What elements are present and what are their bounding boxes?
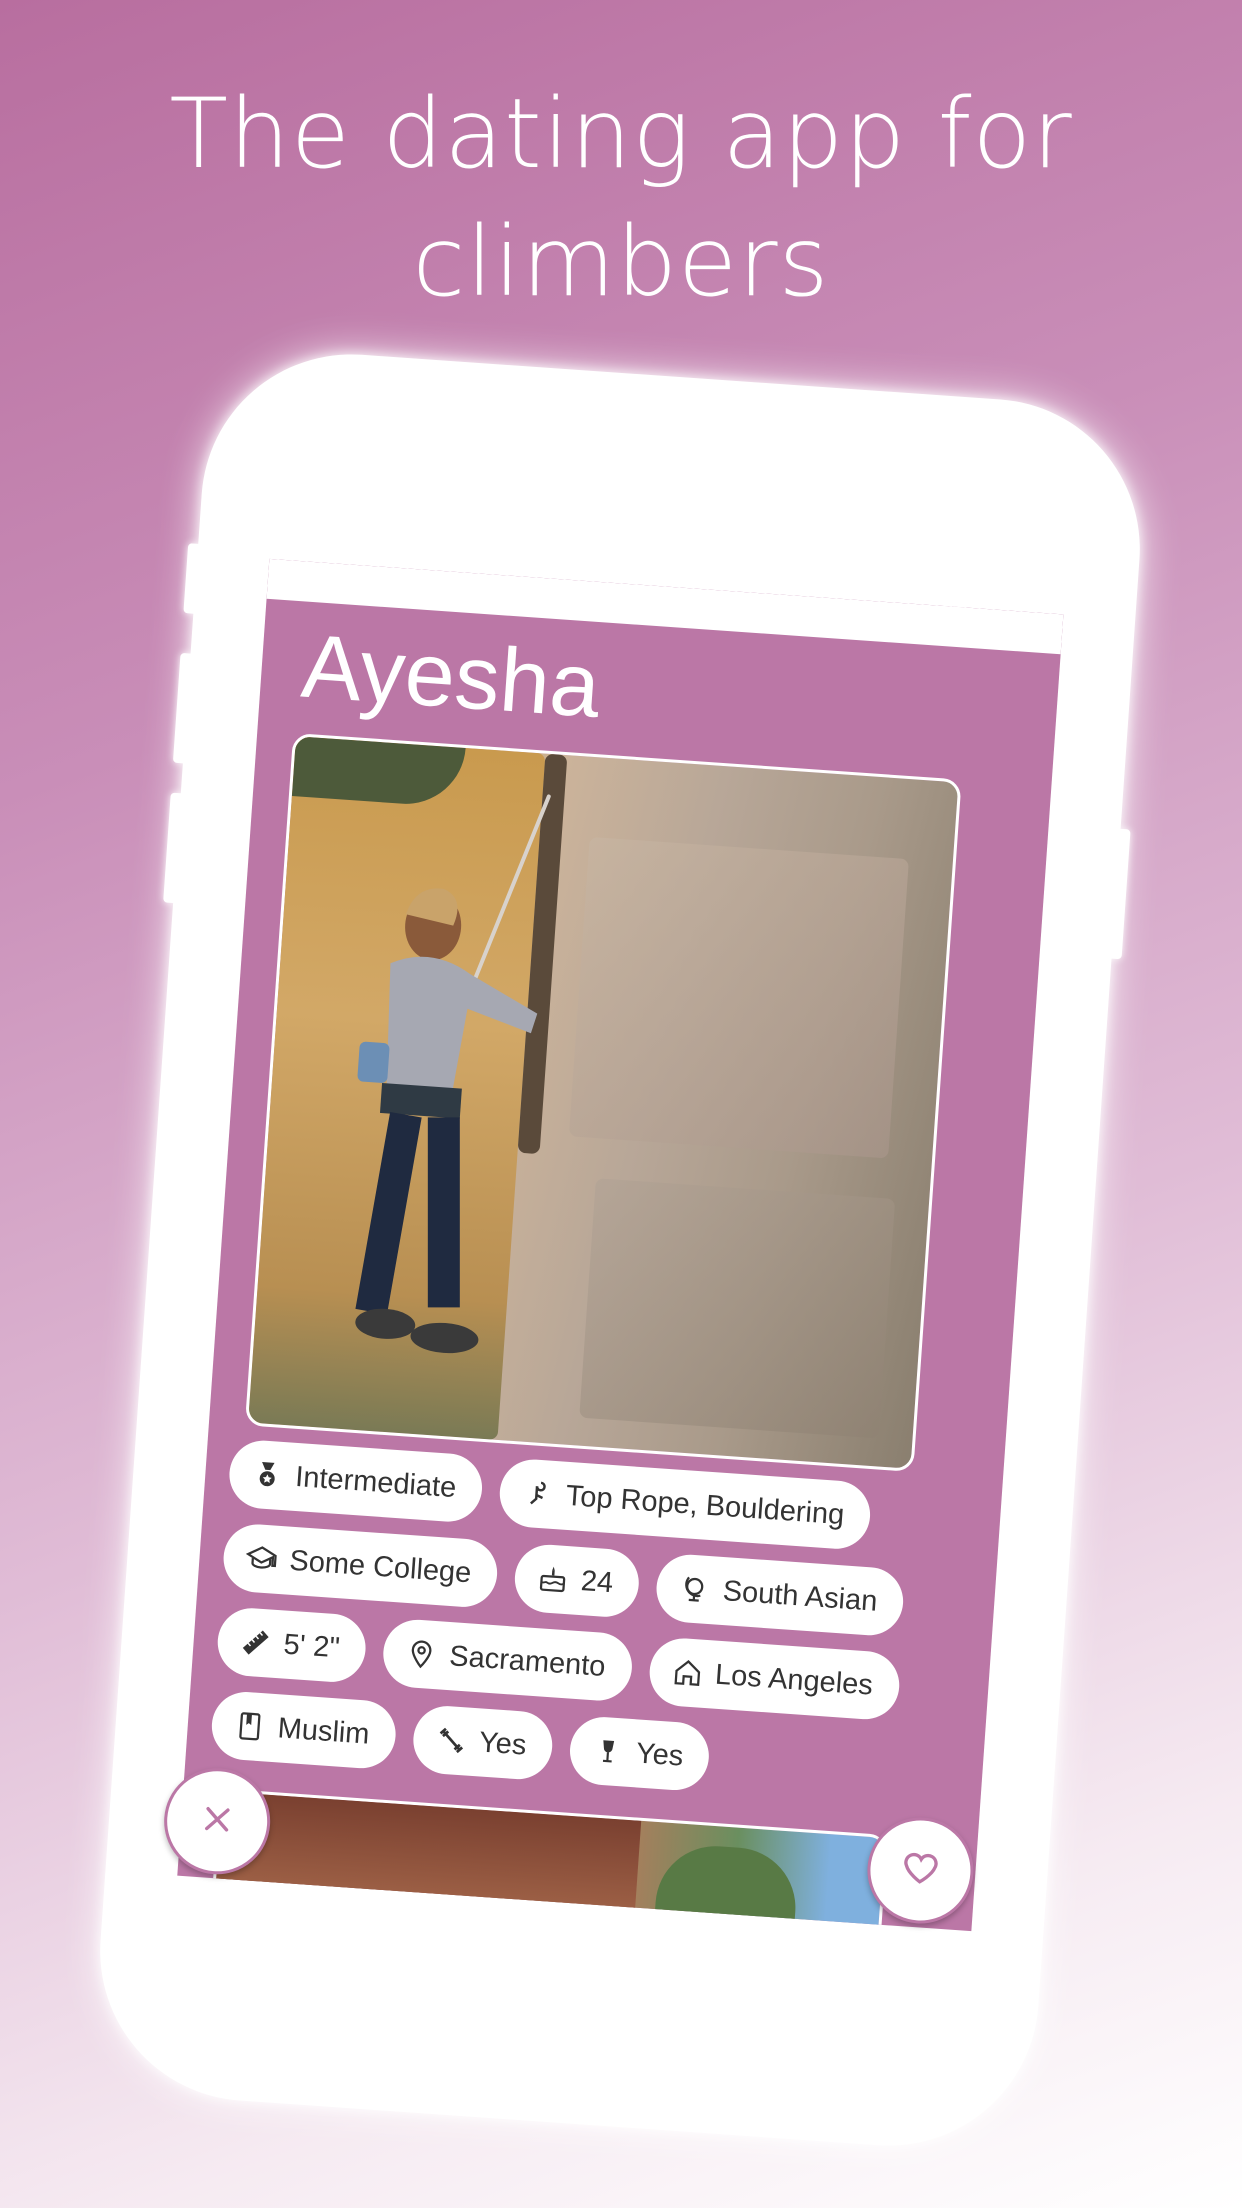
- climber-figure: [355, 888, 538, 1354]
- location-pin-icon: [404, 1637, 438, 1671]
- book-icon: [233, 1709, 267, 1743]
- tag-label: Yes: [635, 1736, 685, 1773]
- close-icon: [199, 1801, 236, 1841]
- tag-label: Yes: [478, 1725, 528, 1762]
- ruler-icon: [239, 1625, 273, 1659]
- tag-label: Los Angeles: [714, 1658, 874, 1702]
- rock-slab-lower: [579, 1178, 896, 1439]
- tag-religion: Muslim: [209, 1689, 398, 1771]
- rock-slab: [568, 836, 909, 1159]
- app-screen: ◔ ▾ Ayesha Intermediate Top Rope, Boulde…: [177, 558, 1064, 1932]
- tag-label: Sacramento: [448, 1639, 607, 1683]
- home-icon: [670, 1656, 704, 1690]
- tag-hometown: Los Angeles: [646, 1636, 902, 1722]
- tag-label: 5' 2": [282, 1628, 341, 1664]
- tag-exercise: Yes: [410, 1703, 555, 1782]
- tag-ethnicity: South Asian: [654, 1552, 906, 1638]
- tag-drinking: Yes: [567, 1714, 712, 1793]
- tag-education: Some College: [221, 1522, 500, 1610]
- phone-mockup: ◔ ▾ Ayesha Intermediate Top Rope, Boulde…: [90, 344, 1150, 2156]
- tag-location: Sacramento: [381, 1617, 634, 1703]
- profile-tags: Intermediate Top Rope, Bouldering Some C…: [209, 1438, 990, 1810]
- tag-label: Intermediate: [294, 1460, 458, 1504]
- profile-photo[interactable]: [244, 732, 962, 1472]
- tag-age: 24: [512, 1542, 642, 1620]
- tag-label: South Asian: [721, 1574, 879, 1618]
- dumbbell-icon: [434, 1723, 468, 1757]
- birthday-cake-icon: [536, 1562, 570, 1596]
- tag-label: 24: [579, 1564, 615, 1599]
- heart-icon: [899, 1847, 942, 1894]
- climbing-hold-icon: [521, 1477, 555, 1511]
- tag-label: Some College: [288, 1544, 473, 1589]
- tag-climbing-style: Top Rope, Bouldering: [497, 1457, 873, 1552]
- profile-name: Ayesha: [298, 616, 604, 738]
- tag-climbing-level: Intermediate: [227, 1438, 485, 1524]
- medal-icon: [250, 1458, 284, 1492]
- graduation-cap-icon: [245, 1542, 279, 1576]
- tag-label: Top Rope, Bouldering: [564, 1479, 846, 1531]
- tag-height: 5' 2": [215, 1605, 368, 1685]
- wine-glass-icon: [591, 1734, 625, 1768]
- headline: The dating app for climbers: [169, 78, 1073, 318]
- globe-icon: [678, 1572, 712, 1606]
- tag-label: Muslim: [276, 1711, 371, 1751]
